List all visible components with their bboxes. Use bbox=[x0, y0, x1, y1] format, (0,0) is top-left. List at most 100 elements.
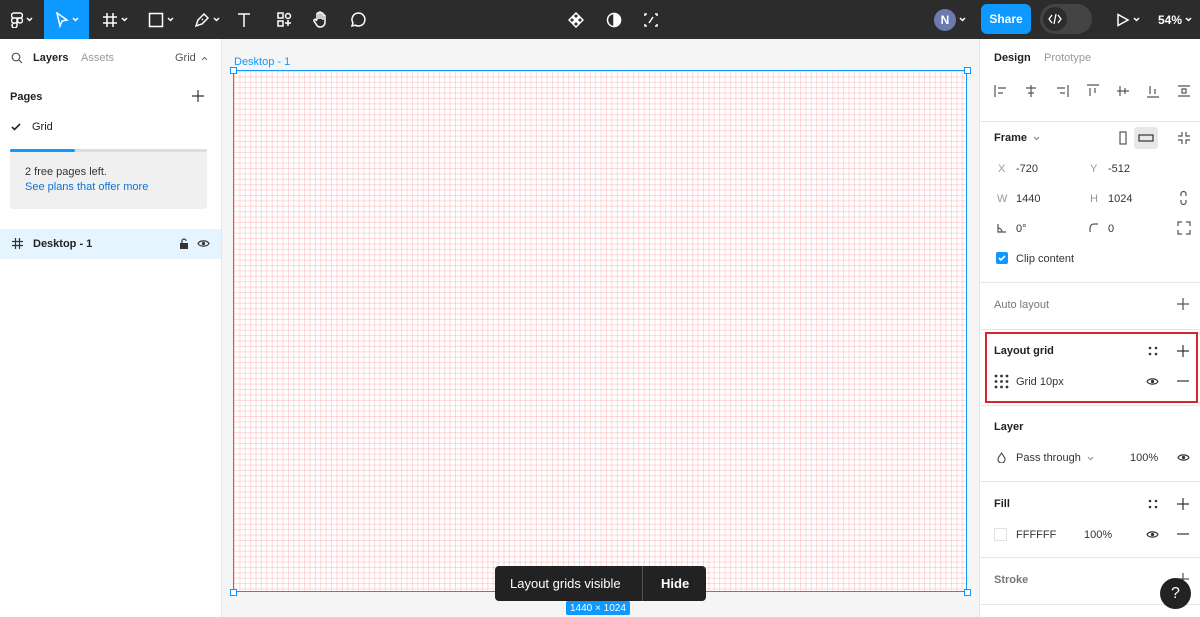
add-page-icon[interactable] bbox=[192, 90, 204, 102]
desktop-frame[interactable] bbox=[233, 70, 967, 592]
frame-size-badge: 1440 × 1024 bbox=[566, 601, 630, 615]
chevron-down-icon bbox=[1185, 17, 1192, 22]
help-button[interactable]: ? bbox=[1160, 578, 1191, 609]
dev-mode-toggle[interactable] bbox=[1040, 4, 1092, 34]
page-dropdown-label: Grid bbox=[175, 52, 196, 64]
distribute-icon[interactable] bbox=[1177, 84, 1191, 98]
rotation-input[interactable]: 0° bbox=[1016, 223, 1027, 235]
hand-tool-button[interactable] bbox=[309, 0, 331, 39]
height-input[interactable]: 1024 bbox=[1108, 193, 1132, 205]
tab-layers[interactable]: Layers bbox=[33, 52, 68, 64]
page-dropdown[interactable]: Grid bbox=[175, 52, 208, 64]
comment-tool-button[interactable] bbox=[346, 0, 370, 39]
add-auto-layout-icon[interactable] bbox=[1177, 298, 1189, 310]
fill-opacity-input[interactable]: 100% bbox=[1084, 529, 1112, 541]
fill-color-swatch[interactable] bbox=[994, 528, 1007, 541]
resize-to-fit-icon[interactable] bbox=[1177, 131, 1191, 145]
align-bottom-icon[interactable] bbox=[1146, 84, 1160, 98]
crop-button[interactable] bbox=[640, 0, 662, 39]
w-label: W bbox=[997, 193, 1008, 205]
eye-icon[interactable] bbox=[1146, 530, 1159, 539]
eye-icon[interactable] bbox=[1177, 453, 1190, 462]
divider bbox=[980, 121, 1200, 122]
chevron-down-icon bbox=[71, 17, 79, 22]
resize-handle-bottom-right[interactable] bbox=[964, 589, 971, 596]
fill-styles-icon[interactable] bbox=[1148, 499, 1158, 509]
layout-grid-toast: Layout grids visible Hide bbox=[495, 566, 706, 601]
eye-icon[interactable] bbox=[197, 239, 210, 248]
text-tool-button[interactable] bbox=[233, 0, 255, 39]
y-label: Y bbox=[1090, 163, 1098, 175]
resize-handle-bottom-left[interactable] bbox=[230, 589, 237, 596]
corner-radius-input[interactable]: 0 bbox=[1108, 223, 1114, 235]
mask-button[interactable] bbox=[603, 0, 625, 39]
fill-heading: Fill bbox=[994, 498, 1010, 510]
comment-icon bbox=[350, 12, 366, 28]
align-left-icon[interactable] bbox=[994, 84, 1008, 98]
chevron-down-icon bbox=[1087, 456, 1094, 461]
align-horizontal-center-icon[interactable] bbox=[1024, 84, 1038, 98]
pen-icon bbox=[194, 12, 210, 27]
h-label: H bbox=[1090, 193, 1098, 205]
pen-tool-button[interactable] bbox=[189, 0, 225, 39]
frame-label[interactable]: Desktop - 1 bbox=[234, 56, 290, 68]
shape-tool-button[interactable] bbox=[143, 0, 179, 39]
clip-content-label: Clip content bbox=[1016, 253, 1075, 265]
zoom-dropdown[interactable]: 54% bbox=[1158, 0, 1192, 39]
frame-heading-label: Frame bbox=[994, 132, 1028, 144]
hide-grids-button[interactable]: Hide bbox=[661, 576, 689, 591]
code-icon bbox=[1043, 7, 1067, 31]
landscape-toggle[interactable] bbox=[1134, 127, 1158, 149]
share-button[interactable]: Share bbox=[981, 4, 1031, 34]
components-button[interactable] bbox=[565, 0, 587, 39]
main-menu-button[interactable] bbox=[4, 0, 40, 39]
x-input[interactable]: -720 bbox=[1016, 163, 1038, 175]
cursor-icon bbox=[55, 11, 69, 28]
play-icon bbox=[1117, 12, 1130, 27]
lock-icon[interactable] bbox=[179, 238, 189, 249]
present-button[interactable] bbox=[1112, 0, 1144, 39]
page-item-grid[interactable]: Grid bbox=[32, 121, 53, 133]
portrait-icon[interactable] bbox=[1118, 131, 1128, 145]
upgrade-banner: 2 free pages left. See plans that offer … bbox=[10, 149, 207, 209]
see-plans-link[interactable]: See plans that offer more bbox=[25, 181, 148, 193]
align-top-icon[interactable] bbox=[1086, 84, 1100, 98]
figma-logo-icon bbox=[11, 11, 23, 28]
divider bbox=[980, 557, 1200, 558]
frame-tool-button[interactable] bbox=[97, 0, 133, 39]
check-icon bbox=[998, 255, 1006, 261]
text-icon bbox=[238, 12, 250, 27]
constrain-proportions-icon[interactable] bbox=[1179, 190, 1188, 206]
top-toolbar: N Share 54% bbox=[0, 0, 1200, 39]
chevron-down-icon bbox=[26, 17, 33, 22]
toast-divider bbox=[642, 566, 643, 601]
align-right-icon[interactable] bbox=[1055, 84, 1069, 98]
chevron-down-icon bbox=[1133, 17, 1140, 22]
layer-opacity-input[interactable]: 100% bbox=[1130, 452, 1158, 464]
left-panel: Layers Assets Grid Pages Grid 2 free pag… bbox=[0, 39, 222, 617]
multiplayer-avatar-button[interactable]: N bbox=[928, 0, 972, 39]
move-tool-button[interactable] bbox=[44, 0, 89, 39]
resize-handle-top-right[interactable] bbox=[964, 67, 971, 74]
frame-section-heading[interactable]: Frame bbox=[994, 132, 1040, 144]
blend-mode-dropdown[interactable]: Pass through bbox=[1016, 452, 1094, 464]
width-input[interactable]: 1440 bbox=[1016, 193, 1040, 205]
search-icon[interactable] bbox=[11, 52, 23, 64]
chevron-down-icon bbox=[121, 17, 128, 22]
zoom-value: 54% bbox=[1158, 12, 1183, 27]
x-label: X bbox=[998, 163, 1006, 175]
clip-content-checkbox[interactable] bbox=[996, 252, 1008, 264]
tab-prototype[interactable]: Prototype bbox=[1044, 52, 1091, 64]
resize-handle-top-left[interactable] bbox=[230, 67, 237, 74]
remove-fill-icon[interactable] bbox=[1177, 533, 1189, 535]
align-vertical-center-icon[interactable] bbox=[1116, 84, 1130, 98]
independent-corners-icon[interactable] bbox=[1177, 221, 1191, 235]
resources-button[interactable] bbox=[274, 0, 294, 39]
add-fill-icon[interactable] bbox=[1177, 498, 1189, 510]
tab-design[interactable]: Design bbox=[994, 52, 1031, 64]
layer-row[interactable]: Desktop - 1 bbox=[0, 229, 221, 259]
y-input[interactable]: -512 bbox=[1108, 163, 1130, 175]
fill-hex-input[interactable]: FFFFFF bbox=[1016, 529, 1056, 541]
tab-assets[interactable]: Assets bbox=[81, 52, 114, 64]
rotation-icon bbox=[997, 223, 1007, 233]
